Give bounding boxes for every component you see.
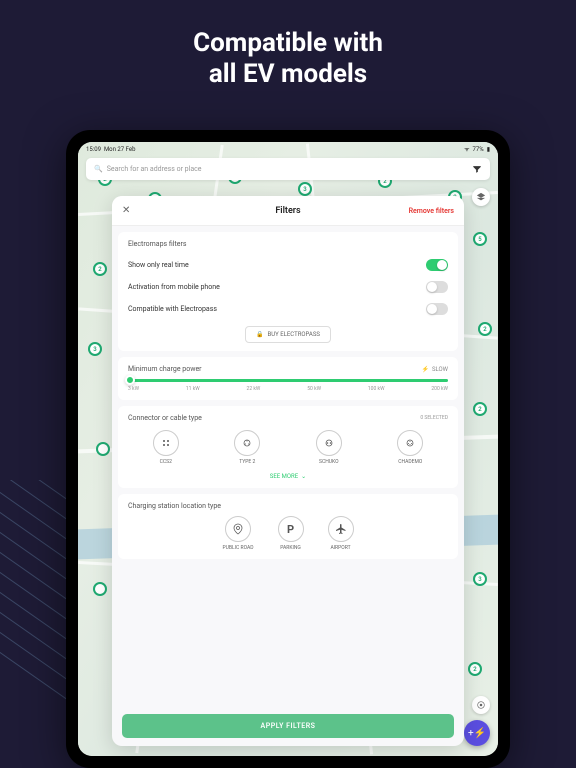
connector-ccs2[interactable]: CCS2 [153,430,179,465]
chevron-down-icon: ⌄ [301,473,306,480]
battery-icon: ▮ [487,146,490,153]
map-pin[interactable]: 3 [298,182,312,196]
bolt-icon: ⚡ [421,366,428,373]
toggle-electropass[interactable] [426,303,448,315]
buy-electropass-button[interactable]: 🔒 BUY ELECTROPASS [245,326,331,343]
status-date: Mon 27 Feb [104,146,136,153]
map-pin[interactable]: 2 [478,322,492,336]
add-station-fab[interactable]: +⚡ [464,720,490,746]
status-time: 15:09 [86,146,101,153]
connector-type2[interactable]: TYPE 2 [234,430,260,465]
layers-button[interactable] [472,188,490,206]
filter-label: Compatible with Electropass [128,305,217,313]
search-placeholder: Search for an address or place [107,165,202,173]
battery-pct: 77% [473,146,484,153]
add-charger-icon: +⚡ [468,728,486,739]
filter-row: Show only real time [128,254,448,276]
modal-title: Filters [275,206,300,216]
map-pin[interactable]: 3 [473,572,487,586]
section-title: Connector or cable type [128,414,202,422]
connector-schuko[interactable]: SCHUKO [316,430,342,465]
lock-icon: 🔒 [256,331,263,338]
tablet-frame: 15:09 Mon 27 Feb ᯤ 77% ▮ 2 3 2 3 2 2 5 2… [66,130,510,768]
filter-icon[interactable] [470,162,484,176]
filter-label: Show only real time [128,261,189,269]
toggle-realtime[interactable] [426,259,448,271]
location-parking[interactable]: PPARKING [278,516,304,551]
filter-row: Compatible with Electropass [128,298,448,320]
map-pin[interactable]: 5 [473,232,487,246]
location-airport[interactable]: AIRPORT [328,516,354,551]
map-pin[interactable]: 3 [88,342,102,356]
section-title: Minimum charge power [128,365,202,373]
tablet-screen: 15:09 Mon 27 Feb ᯤ 77% ▮ 2 3 2 3 2 2 5 2… [78,142,498,756]
toggle-mobile[interactable] [426,281,448,293]
map-pin[interactable]: 2 [93,262,107,276]
slider-thumb[interactable] [125,375,135,385]
filters-modal: ✕ Filters Remove filters Electromaps fil… [112,196,464,746]
filter-label: Activation from mobile phone [128,283,220,291]
search-bar[interactable]: 🔍 Search for an address or place [86,158,490,180]
map-pin[interactable] [93,582,107,596]
speed-tag: ⚡SLOW [421,366,448,373]
section-title: Electromaps filters [128,240,448,248]
parking-icon: P [287,523,294,536]
slider-ticks: 3 kW 11 kW 22 kW 50 kW 100 kW 200 kW [128,386,448,392]
power-slider[interactable] [128,379,448,382]
close-button[interactable]: ✕ [122,205,130,216]
modal-header: ✕ Filters Remove filters [112,196,464,226]
selected-count: 0 SELECTED [420,415,448,421]
remove-filters-button[interactable]: Remove filters [409,207,454,215]
apply-filters-button[interactable]: APPLY FILTERS [122,714,454,738]
search-icon: 🔍 [94,165,103,173]
section-title: Charging station location type [128,502,448,510]
electromaps-filters-section: Electromaps filters Show only real time … [118,232,458,351]
connector-chademo[interactable]: CHADEMO [397,430,423,465]
map-pin[interactable] [96,442,110,456]
charge-power-section: Minimum charge power ⚡SLOW 3 kW 11 kW 22… [118,357,458,400]
location-type-section: Charging station location type PUBLIC RO… [118,494,458,559]
filter-row: Activation from mobile phone [128,276,448,298]
marketing-headline: Compatible with all EV models [0,0,576,108]
map-pin[interactable]: 2 [473,402,487,416]
location-public-road[interactable]: PUBLIC ROAD [222,516,253,551]
locate-me-button[interactable] [472,696,490,714]
status-bar: 15:09 Mon 27 Feb ᯤ 77% ▮ [78,142,498,156]
map-pin[interactable]: 2 [468,662,482,676]
connector-section: Connector or cable type 0 SELECTED CCS2 … [118,406,458,488]
see-more-button[interactable]: SEE MORE⌄ [128,473,448,480]
wifi-icon: ᯤ [464,145,469,153]
